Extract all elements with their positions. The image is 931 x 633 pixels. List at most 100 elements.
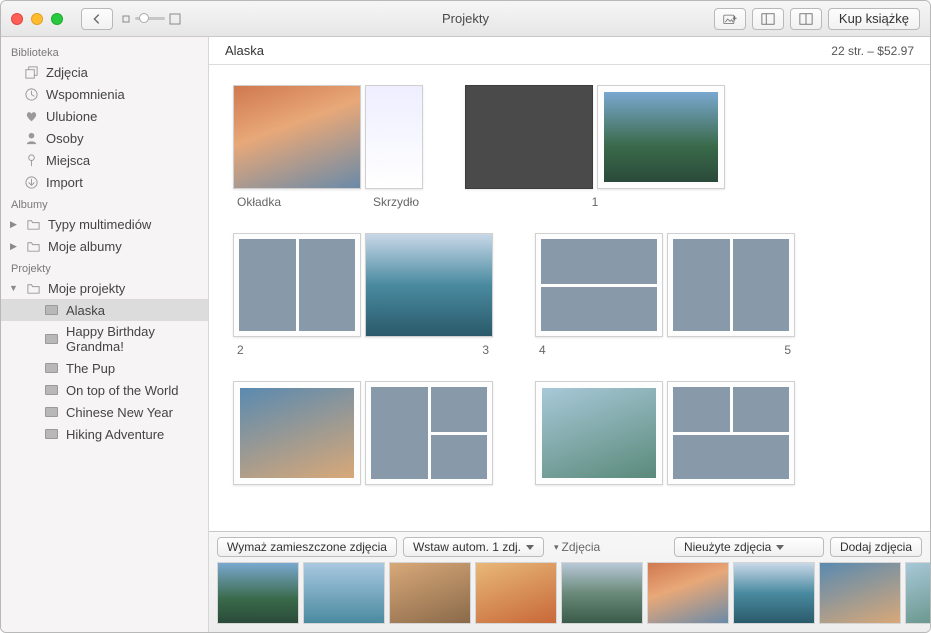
page-3[interactable]	[365, 233, 493, 337]
sidebar-item-people[interactable]: Osoby	[1, 127, 208, 149]
sidebar-project-ontop[interactable]: On top of the World	[1, 379, 208, 401]
sidebar-item-label: On top of the World	[66, 383, 179, 398]
chevron-left-icon	[90, 12, 104, 26]
spread-0-1[interactable]: 1	[465, 85, 725, 209]
sidebar-item-photos[interactable]: Zdjęcia	[1, 61, 208, 83]
spread-6-7[interactable]	[233, 381, 493, 485]
page-label: Okładka	[237, 195, 281, 209]
page-label: Skrzydło	[373, 195, 419, 209]
tray-thumb[interactable]	[647, 562, 729, 624]
sidebar-item-label: Typy multimediów	[48, 217, 151, 232]
sidebar-project-alaska[interactable]: Alaska	[1, 299, 208, 321]
sidebar-item-import[interactable]: Import	[1, 171, 208, 193]
sidebar-section-albums: Albumy	[1, 193, 208, 213]
unused-photos-dropdown[interactable]: Nieużyte zdjęcia	[674, 537, 824, 557]
sidebar-item-label: Happy Birthday Grandma!	[66, 324, 198, 354]
sidebar-project-cny[interactable]: Chinese New Year	[1, 401, 208, 423]
minimize-button[interactable]	[31, 13, 43, 25]
page-5[interactable]	[667, 233, 795, 337]
disclosure-triangle-icon[interactable]: ▶	[9, 241, 18, 252]
sidebar-item-my-albums[interactable]: ▶ Moje albumy	[1, 235, 208, 257]
sidebar-item-label: Ulubione	[46, 109, 97, 124]
tray-thumb[interactable]	[905, 562, 930, 624]
tray-photos-toggle[interactable]: ▾ Zdjęcia	[554, 540, 600, 554]
book-icon	[43, 382, 59, 398]
tray-toolbar: Wymaż zamieszczone zdjęcia Wstaw autom. …	[209, 532, 930, 562]
page-2[interactable]	[233, 233, 361, 337]
tray-thumb[interactable]	[475, 562, 557, 624]
spread-cover[interactable]: Okładka Skrzydło	[233, 85, 423, 209]
page-label: 4	[539, 343, 546, 357]
disclosure-triangle-icon[interactable]: ▼	[9, 283, 18, 293]
clear-placed-button[interactable]: Wymaż zamieszczone zdjęcia	[217, 537, 397, 557]
pages-grid[interactable]: Okładka Skrzydło 1	[209, 65, 930, 531]
sidebar-project-hbg[interactable]: Happy Birthday Grandma!	[1, 321, 208, 357]
zoom-small-icon	[121, 14, 131, 24]
book-icon	[43, 404, 59, 420]
clock-icon	[23, 86, 39, 102]
sidebar-project-hiking[interactable]: Hiking Adventure	[1, 423, 208, 445]
book-icon	[43, 426, 59, 442]
page-6[interactable]	[233, 381, 361, 485]
sidebar-item-label: Miejsca	[46, 153, 90, 168]
tray-thumb[interactable]	[733, 562, 815, 624]
page-9[interactable]	[667, 381, 795, 485]
page-label: 5	[784, 343, 791, 357]
sidebar-item-memories[interactable]: Wspomnienia	[1, 83, 208, 105]
layout-options-button[interactable]	[752, 8, 784, 30]
content-header: Alaska 22 str. – $52.97	[209, 37, 930, 65]
disclosure-triangle-icon[interactable]: ▶	[9, 219, 18, 230]
page-8[interactable]	[535, 381, 663, 485]
spread-4-5[interactable]: 4 5	[535, 233, 795, 357]
folder-icon	[25, 238, 41, 254]
sidebar-item-label: Chinese New Year	[66, 405, 173, 420]
spread-2-3[interactable]: 2 3	[233, 233, 493, 357]
page-inside-cover[interactable]	[465, 85, 593, 189]
heart-icon	[23, 108, 39, 124]
book-icon	[43, 360, 59, 376]
sidebar-item-label: Moje albumy	[48, 239, 122, 254]
sidebar-item-label: The Pup	[66, 361, 115, 376]
tray-thumb[interactable]	[217, 562, 299, 624]
spread-8-9[interactable]	[535, 381, 795, 485]
chevron-down-icon: ▾	[554, 542, 559, 553]
tray-thumb[interactable]	[561, 562, 643, 624]
sidebar-item-label: Alaska	[66, 303, 105, 318]
sidebar-item-my-projects[interactable]: ▼ Moje projekty	[1, 277, 208, 299]
project-title: Alaska	[225, 43, 264, 58]
sidebar-item-media-types[interactable]: ▶ Typy multimediów	[1, 213, 208, 235]
pin-icon	[23, 152, 39, 168]
tray-thumb[interactable]	[389, 562, 471, 624]
page-7[interactable]	[365, 381, 493, 485]
buy-book-button[interactable]: Kup książkę	[828, 8, 920, 30]
download-icon	[23, 174, 39, 190]
folder-icon	[25, 216, 41, 232]
tray-thumbnails[interactable]	[209, 562, 930, 632]
page-1[interactable]	[597, 85, 725, 189]
page-flap[interactable]	[365, 85, 423, 189]
close-button[interactable]	[11, 13, 23, 25]
add-photos-button[interactable]: Dodaj zdjęcia	[830, 537, 922, 557]
page-label: 3	[482, 343, 489, 357]
sidebar-section-library: Biblioteka	[1, 41, 208, 61]
sidebar-project-pup[interactable]: The Pup	[1, 357, 208, 379]
page-label: 1	[592, 195, 599, 209]
autofill-button[interactable]: Wstaw autom. 1 zdj.	[403, 537, 544, 557]
book-settings-button[interactable]	[790, 8, 822, 30]
page-label: 2	[237, 343, 244, 357]
zoom-slider[interactable]	[121, 13, 181, 25]
back-button[interactable]	[81, 8, 113, 30]
zoom-button[interactable]	[51, 13, 63, 25]
tray-photos-label: Zdjęcia	[562, 540, 601, 554]
sidebar-item-favorites[interactable]: Ulubione	[1, 105, 208, 127]
person-icon	[23, 130, 39, 146]
layout-icon	[761, 12, 775, 26]
page-cover[interactable]	[233, 85, 361, 189]
add-photo-button[interactable]	[714, 8, 746, 30]
tray-thumb[interactable]	[303, 562, 385, 624]
zoom-large-icon	[169, 13, 181, 25]
page-4[interactable]	[535, 233, 663, 337]
sidebar: Biblioteka Zdjęcia Wspomnienia Ulubione …	[1, 37, 209, 632]
sidebar-item-places[interactable]: Miejsca	[1, 149, 208, 171]
tray-thumb[interactable]	[819, 562, 901, 624]
